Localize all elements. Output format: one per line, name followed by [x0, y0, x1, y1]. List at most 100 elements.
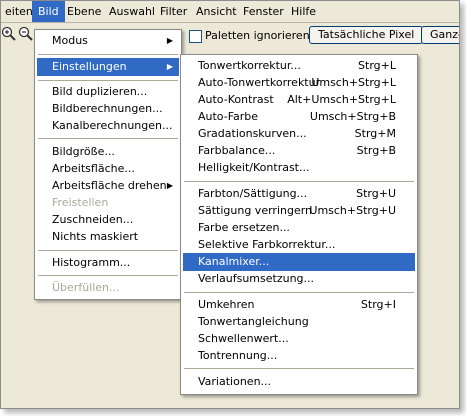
menu-item-histogramm[interactable]: Histogramm... — [37, 254, 179, 272]
menu-item-label: Farbe ersetzen... — [198, 221, 290, 234]
einstellungen-submenu: Tonwertkorrektur... Strg+L Auto-Tonwertk… — [180, 54, 418, 395]
menu-item-verlaufsumsetzung[interactable]: Verlaufsumsetzung... — [183, 270, 415, 288]
menu-item-label: Zuschneiden... — [52, 213, 134, 226]
menu-item-label: Auto-Kontrast — [198, 93, 274, 106]
menu-item-ueberfuellen: Überfüllen... — [37, 279, 179, 297]
menu-item-label: Sättigung verringern — [198, 204, 313, 217]
menu-item-shortcut: Strg+L — [358, 59, 396, 72]
menu-separator — [38, 250, 178, 251]
app-window: eiten Bild Ebene Auswahl Filter Ansicht … — [0, 0, 460, 409]
menu-item-label: Selektive Farbkorrektur... — [198, 238, 336, 251]
menu-item-helligkeit-kontrast[interactable]: Helligkeit/Kontrast... — [183, 159, 415, 177]
menu-item-shortcut: Strg+B — [356, 144, 396, 157]
menu-item-label: Einstellungen — [52, 60, 127, 73]
menu-item-label: Tontrennung... — [198, 349, 278, 362]
menu-item-label: Arbeitsfläche... — [52, 162, 135, 175]
menu-item-zuschneiden[interactable]: Zuschneiden... — [37, 211, 179, 229]
menu-hilfe[interactable]: Hilfe — [285, 1, 322, 22]
menu-separator — [184, 181, 414, 182]
menu-item-label: Verlaufsumsetzung... — [198, 272, 315, 285]
menu-item-schwellenwert[interactable]: Schwellenwert... — [183, 330, 415, 348]
menu-item-auto-kontrast[interactable]: Auto-Kontrast Alt+Umsch+Strg+L — [183, 91, 415, 109]
menu-item-einstellungen[interactable]: Einstellungen ▶ — [37, 58, 179, 76]
menu-item-label: Variationen... — [198, 375, 272, 388]
menu-separator — [38, 138, 178, 139]
menu-item-label: Kanalmixer... — [198, 255, 270, 268]
menu-item-shortcut: Strg+I — [360, 298, 396, 311]
submenu-arrow-icon: ▶ — [166, 181, 173, 190]
menu-item-label: Farbton/Sättigung... — [198, 187, 308, 200]
menu-item-tonwertkorrektur[interactable]: Tonwertkorrektur... Strg+L — [183, 57, 415, 75]
menu-item-nichts-maskiert[interactable]: Nichts maskiert — [37, 228, 179, 246]
menu-separator — [184, 368, 414, 369]
menu-item-freistellen: Freistellen — [37, 194, 179, 212]
menu-item-label: Schwellenwert... — [198, 332, 289, 345]
menu-item-tonwertangleichung[interactable]: Tonwertangleichung — [183, 313, 415, 331]
menu-item-arbeitsflaeche-drehen[interactable]: Arbeitsfläche drehen ▶ — [37, 177, 179, 195]
menu-item-label: Tonwertkorrektur... — [198, 59, 301, 72]
menu-bar: eiten Bild Ebene Auswahl Filter Ansicht … — [1, 1, 459, 23]
menu-item-selektive-farbkorrektur[interactable]: Selektive Farbkorrektur... — [183, 236, 415, 254]
menu-item-label: Tonwertangleichung — [198, 315, 309, 328]
menu-item-bild-duplizieren[interactable]: Bild duplizieren... — [37, 83, 179, 101]
menu-separator — [38, 80, 178, 81]
menu-item-label: Gradationskurven... — [198, 127, 307, 140]
menu-item-label: Bild duplizieren... — [52, 85, 148, 98]
menu-item-bildberechnungen[interactable]: Bildberechnungen... — [37, 100, 179, 118]
ignore-palettes-option[interactable]: Paletten ignorieren — [189, 29, 310, 43]
menu-item-kanalmixer[interactable]: Kanalmixer... — [183, 253, 415, 271]
menu-item-farbbalance[interactable]: Farbbalance... Strg+B — [183, 142, 415, 160]
bild-menu: Modus ▶ Einstellungen ▶ Bild duplizieren… — [34, 29, 182, 300]
menu-separator — [38, 275, 178, 276]
menu-item-label: Bildberechnungen... — [52, 102, 163, 115]
fit-screen-button[interactable]: Ganzes — [421, 26, 459, 44]
menu-item-label: Auto-Farbe — [198, 110, 259, 123]
menu-item-umkehren[interactable]: Umkehren Strg+I — [183, 296, 415, 314]
menu-bild[interactable]: Bild — [32, 1, 65, 22]
menu-item-label: Arbeitsfläche drehen — [52, 179, 167, 192]
menu-item-modus[interactable]: Modus ▶ — [37, 32, 179, 50]
menu-item-shortcut: Umsch+Strg+L — [311, 76, 396, 89]
menu-item-shortcut: Strg+U — [356, 187, 396, 200]
menu-item-tontrennung[interactable]: Tontrennung... — [183, 347, 415, 365]
zoom-out-icon[interactable] — [18, 26, 34, 42]
menu-item-label: Umkehren — [198, 298, 255, 311]
menu-item-shortcut: Strg+M — [354, 127, 396, 140]
menu-ansicht[interactable]: Ansicht — [190, 1, 243, 22]
menu-item-label: Überfüllen... — [52, 281, 120, 294]
menu-item-label: Modus — [52, 34, 88, 47]
menu-item-shortcut: Umsch+Strg+B — [309, 110, 396, 123]
menu-separator — [38, 54, 178, 55]
ignore-palettes-label: Paletten ignorieren — [205, 29, 310, 42]
menu-fenster[interactable]: Fenster — [237, 1, 290, 22]
menu-item-auto-farbe[interactable]: Auto-Farbe Umsch+Strg+B — [183, 108, 415, 126]
ignore-palettes-checkbox[interactable] — [189, 29, 202, 43]
menu-item-farbe-ersetzen[interactable]: Farbe ersetzen... — [183, 219, 415, 237]
menu-item-kanalberechnungen[interactable]: Kanalberechnungen... — [37, 117, 179, 135]
menu-item-bildgroesse[interactable]: Bildgröße... — [37, 143, 179, 161]
menu-item-label: Farbbalance... — [198, 144, 276, 157]
menu-item-shortcut: Alt+Umsch+Strg+L — [287, 93, 396, 106]
menu-ebene[interactable]: Ebene — [61, 1, 107, 22]
menu-item-arbeitsflaeche[interactable]: Arbeitsfläche... — [37, 160, 179, 178]
menu-item-variationen[interactable]: Variationen... — [183, 373, 415, 391]
menu-separator — [184, 292, 414, 293]
menu-item-label: Histogramm... — [52, 256, 131, 269]
menu-item-label: Bildgröße... — [52, 145, 115, 158]
menu-item-label: Helligkeit/Kontrast... — [198, 161, 310, 174]
menu-item-farbton-saettigung[interactable]: Farbton/Sättigung... Strg+U — [183, 185, 415, 203]
zoom-in-icon[interactable] — [1, 26, 17, 42]
menu-item-shortcut: Umsch+Strg+U — [309, 204, 396, 217]
submenu-arrow-icon: ▶ — [166, 36, 173, 45]
submenu-arrow-icon: ▶ — [166, 62, 173, 71]
menu-auswahl[interactable]: Auswahl — [103, 1, 161, 22]
menu-item-gradationskurven[interactable]: Gradationskurven... Strg+M — [183, 125, 415, 143]
menu-item-label: Freistellen — [52, 196, 109, 209]
menu-filter[interactable]: Filter — [154, 1, 193, 22]
menu-item-label: Kanalberechnungen... — [52, 119, 173, 132]
actual-pixels-button[interactable]: Tatsächliche Pixel — [309, 26, 424, 44]
menu-item-label: Auto-Tonwertkorrektur — [198, 76, 321, 89]
menu-item-label: Nichts maskiert — [52, 230, 139, 243]
menu-item-auto-tonwertkorrektur[interactable]: Auto-Tonwertkorrektur Umsch+Strg+L — [183, 74, 415, 92]
menu-item-saettigung-verringern[interactable]: Sättigung verringern Umsch+Strg+U — [183, 202, 415, 220]
